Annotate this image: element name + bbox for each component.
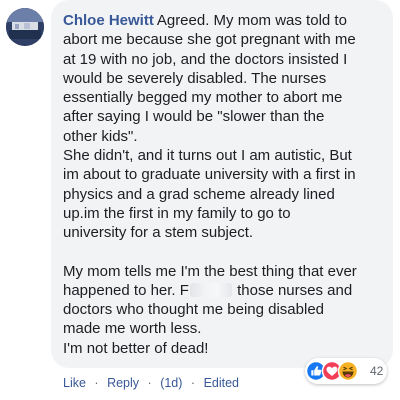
comment-text-line: doctors who thought me being disabled — [63, 301, 325, 319]
comment-text-line: would be severely disabled. The nurses — [63, 69, 327, 87]
comment-actions: Like · Reply · (1d) · Edited — [63, 376, 239, 390]
comment-paragraph-2: My mom tells me I'm the best thing that … — [63, 262, 388, 358]
comment-text-fragment: happened to her. F — [63, 281, 189, 299]
comment-text-line: physics and a grad scheme already lined — [63, 185, 335, 203]
edited-link[interactable]: Edited — [204, 376, 239, 390]
comment-text-line: im about to graduate university with a f… — [63, 166, 356, 184]
comment-text-line: happened to her. F those nurses and — [63, 281, 388, 300]
separator-dot: · — [147, 376, 152, 390]
comment-text-line: up.im the first in my family to go to — [63, 204, 291, 222]
comment-text-line: She didn't, and it turns out I am autist… — [63, 147, 352, 165]
comment-paragraph-1: Chloe Hewitt Agreed. My mom was told to a… — [63, 11, 388, 243]
reply-link[interactable]: Reply — [107, 376, 139, 390]
comment-text-line: at 19 with no job, and the doctors insis… — [63, 50, 348, 68]
comment-text-line: I'm not better of dead! — [63, 339, 209, 357]
comment-text-line: Agreed. My mom was told to — [156, 12, 347, 29]
comment-text-line: made me worth less. — [63, 320, 202, 338]
comment-text-line: essentially begged my mother to abort me — [63, 89, 343, 107]
separator-dot: · — [190, 376, 196, 390]
comment-text-line: university for a stem subject. — [63, 224, 254, 242]
comment-text-fragment: those nurses and — [232, 281, 353, 299]
reaction-count: 42 — [370, 364, 384, 378]
reaction-icons — [305, 360, 359, 382]
comment-body: Chloe Hewitt Agreed. My mom was told to a… — [63, 11, 388, 358]
censor-blur — [189, 282, 232, 297]
comment-text-line: after saying I would be "slower than the — [63, 108, 325, 126]
comment-author-name[interactable]: Chloe Hewitt — [63, 12, 154, 29]
comment-text-line: My mom tells me I'm the best thing that … — [63, 262, 357, 280]
avatar-image — [6, 8, 44, 46]
comment-text-line: other kids". — [63, 127, 138, 145]
comment-first-line: Chloe Hewitt Agreed. My mom was told to — [63, 11, 388, 30]
haha-icon — [337, 360, 359, 382]
separator-dot: · — [94, 376, 99, 390]
reaction-summary[interactable]: 42 — [305, 358, 387, 384]
comment-text-line: abort me because she got pregnant with m… — [63, 31, 356, 49]
like-link[interactable]: Like — [63, 376, 86, 390]
timestamp-link[interactable]: (1d) — [160, 376, 182, 390]
avatar[interactable] — [6, 8, 44, 46]
